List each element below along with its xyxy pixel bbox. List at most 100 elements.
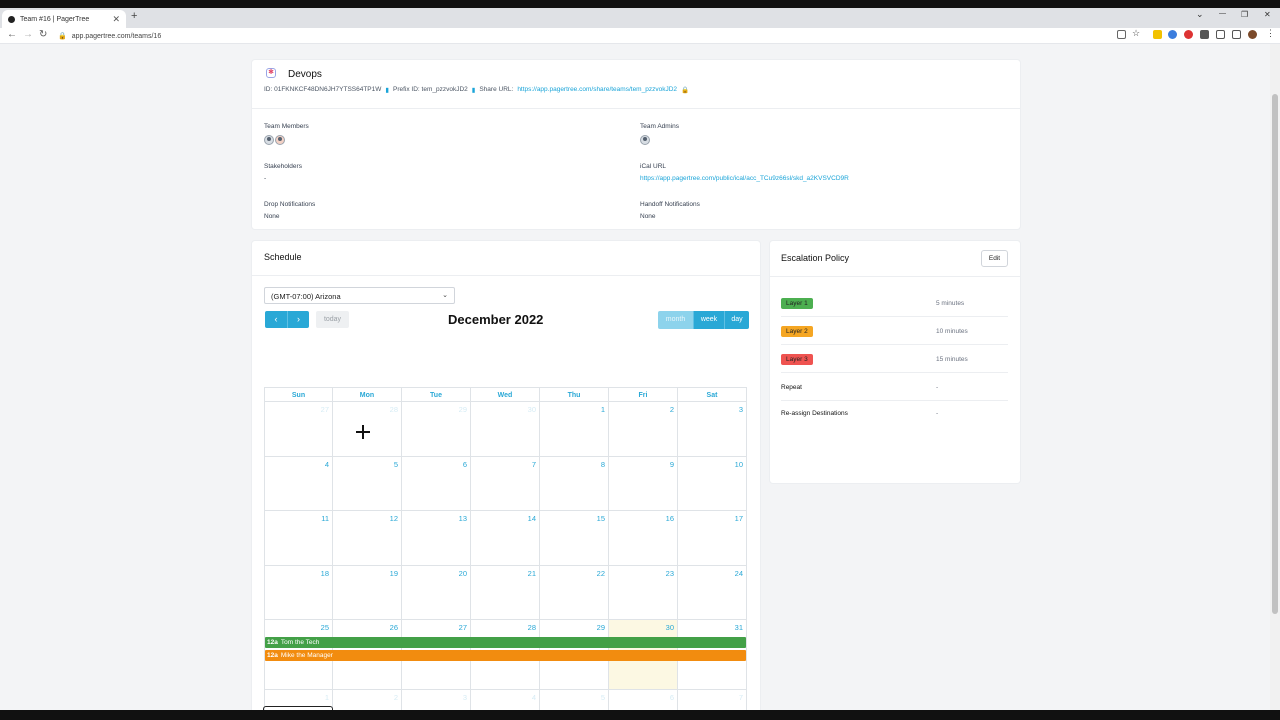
day-number[interactable]: 22 — [597, 569, 605, 578]
day-number[interactable]: 12 — [390, 514, 398, 523]
reload-button[interactable]: ↻ — [39, 29, 47, 40]
calendar-day-cell[interactable]: 3 — [678, 402, 747, 457]
browser-tab[interactable]: Team #16 | PagerTree ✕ — [2, 10, 126, 28]
day-view-button[interactable]: day — [724, 311, 749, 329]
tab-search-icon[interactable]: ⌄ — [1196, 9, 1204, 20]
day-number[interactable]: 4 — [532, 693, 536, 702]
day-number[interactable]: 25 — [321, 623, 329, 632]
calendar-day-cell[interactable]: 20 — [402, 566, 471, 620]
url-field[interactable]: 🔒 app.pagertree.com/teams/16 — [58, 30, 1108, 42]
calendar-day-cell[interactable]: 5 — [540, 690, 609, 710]
day-number[interactable]: 20 — [459, 569, 467, 578]
calendar-day-cell[interactable]: 4 — [471, 690, 540, 710]
calendar-day-cell[interactable]: 18 — [264, 566, 333, 620]
day-number[interactable]: 27 — [459, 623, 467, 632]
calendar-day-cell[interactable]: 8 — [540, 457, 609, 511]
day-number[interactable]: 10 — [735, 460, 743, 469]
calendar-day-cell[interactable]: 27 — [264, 402, 333, 457]
forward-button[interactable]: → — [23, 29, 33, 40]
calendar-day-cell[interactable]: 4 — [264, 457, 333, 511]
day-number[interactable]: 28 — [390, 405, 398, 414]
calendar-day-cell[interactable]: 3 — [402, 690, 471, 710]
calendar-day-cell[interactable]: 21 — [471, 566, 540, 620]
browser-menu-icon[interactable]: ⋮ — [1266, 28, 1275, 38]
maximize-button[interactable]: ❐ — [1241, 10, 1248, 19]
calendar-day-cell[interactable]: 6 — [402, 457, 471, 511]
calendar-day-cell[interactable]: 6 — [609, 690, 678, 710]
profile-avatar[interactable] — [1248, 30, 1257, 39]
calendar-day-cell[interactable]: 5 — [333, 457, 402, 511]
calendar-day-cell[interactable]: 30 — [471, 402, 540, 457]
member-avatar[interactable] — [264, 135, 274, 145]
calendar-day-cell[interactable]: 13 — [402, 511, 471, 566]
day-number[interactable]: 30 — [528, 405, 536, 414]
day-number[interactable]: 1 — [601, 405, 605, 414]
ical-url-link[interactable]: https://app.pagertree.com/public/ical/ac… — [640, 175, 849, 182]
schedule-event[interactable]: 12a Mike the Manager — [265, 650, 746, 661]
calendar-day-cell[interactable]: 2 — [609, 402, 678, 457]
day-number[interactable]: 23 — [666, 569, 674, 578]
day-number[interactable]: 3 — [463, 693, 467, 702]
copy-prefix-icon[interactable]: ▮ — [472, 86, 476, 94]
calendar-day-cell[interactable]: 19 — [333, 566, 402, 620]
edit-escalation-button[interactable]: Edit — [981, 250, 1008, 267]
day-number[interactable]: 13 — [459, 514, 467, 523]
calendar-day-cell[interactable]: 12 — [333, 511, 402, 566]
new-tab-button[interactable]: + — [131, 10, 137, 22]
week-view-button[interactable]: week — [693, 311, 724, 329]
copy-id-icon[interactable]: ▮ — [385, 86, 389, 94]
back-button[interactable]: ← — [7, 29, 17, 40]
today-button[interactable]: today — [316, 311, 349, 328]
day-number[interactable]: 21 — [528, 569, 536, 578]
day-number[interactable]: 6 — [463, 460, 467, 469]
calendar-day-cell[interactable]: 11 — [264, 511, 333, 566]
close-window-button[interactable]: ✕ — [1264, 10, 1271, 19]
calendar-day-cell[interactable]: 10 — [678, 457, 747, 511]
admin-avatar[interactable] — [640, 135, 650, 145]
day-number[interactable]: 28 — [528, 623, 536, 632]
next-month-button[interactable]: › — [287, 311, 309, 328]
day-number[interactable]: 4 — [325, 460, 329, 469]
day-number[interactable]: 15 — [597, 514, 605, 523]
minimize-button[interactable]: — — [1219, 10, 1226, 17]
day-number[interactable]: 18 — [321, 569, 329, 578]
calendar-day-cell[interactable]: 17 — [678, 511, 747, 566]
day-number[interactable]: 6 — [670, 693, 674, 702]
timezone-select[interactable]: (GMT-07:00) Arizona ⌄ — [264, 287, 455, 304]
calendar-day-cell[interactable]: 23 — [609, 566, 678, 620]
calendar-day-cell[interactable]: 1 — [540, 402, 609, 457]
day-number[interactable]: 16 — [666, 514, 674, 523]
day-number[interactable]: 8 — [601, 460, 605, 469]
scrollbar-thumb[interactable] — [1272, 94, 1278, 614]
day-number[interactable]: 14 — [528, 514, 536, 523]
day-number[interactable]: 2 — [394, 693, 398, 702]
day-number[interactable]: 2 — [670, 405, 674, 414]
tab-close-icon[interactable]: ✕ — [112, 14, 120, 25]
share-lock-icon[interactable]: 🔒 — [681, 86, 689, 94]
extensions-puzzle-icon[interactable] — [1200, 30, 1209, 39]
day-number[interactable]: 30 — [666, 623, 674, 632]
day-number[interactable]: 24 — [735, 569, 743, 578]
schedule-event[interactable]: 12a Tom the Tech — [265, 637, 746, 648]
calendar-day-cell[interactable]: 16 — [609, 511, 678, 566]
day-number[interactable]: 29 — [459, 405, 467, 414]
calendar-day-cell[interactable]: 14 — [471, 511, 540, 566]
calendar-day-cell[interactable]: 24 — [678, 566, 747, 620]
day-number[interactable]: 29 — [597, 623, 605, 632]
day-number[interactable]: 17 — [735, 514, 743, 523]
bookmark-star-icon[interactable]: ☆ — [1132, 28, 1141, 38]
calendar-day-cell[interactable]: 7 — [678, 690, 747, 710]
day-number[interactable]: 31 — [735, 623, 743, 632]
day-number[interactable]: 7 — [532, 460, 536, 469]
extension-icon-2[interactable] — [1168, 30, 1177, 39]
calendar-day-cell[interactable]: 7 — [471, 457, 540, 511]
share-url-link[interactable]: https://app.pagertree.com/share/teams/te… — [517, 86, 677, 94]
day-number[interactable]: 26 — [390, 623, 398, 632]
day-number[interactable]: 19 — [390, 569, 398, 578]
calendar-day-cell[interactable]: 22 — [540, 566, 609, 620]
page-scrollbar[interactable] — [1270, 44, 1280, 710]
calendar-day-cell[interactable]: 2 — [333, 690, 402, 710]
day-number[interactable]: 3 — [739, 405, 743, 414]
member-avatar[interactable] — [275, 135, 285, 145]
calendar-day-cell[interactable]: 15 — [540, 511, 609, 566]
